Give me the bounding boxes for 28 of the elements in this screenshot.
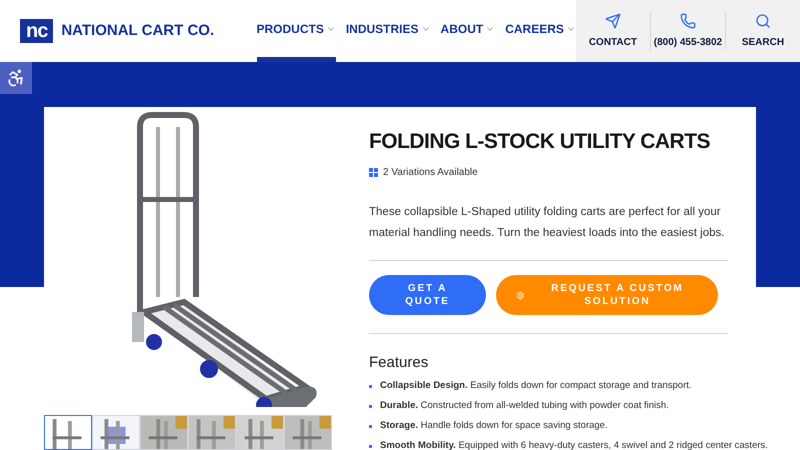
contact-link[interactable]: CONTACT (576, 0, 650, 62)
thumbnail[interactable] (44, 415, 92, 450)
bullet-icon (369, 444, 372, 448)
feature-text: Collapsible Design. Easily folds down for compact storage and transport. (380, 378, 692, 392)
bullet-icon (369, 384, 372, 388)
feature-text: Storage. Handle folds down for space saving storage. (380, 418, 608, 432)
quote-button[interactable]: GET A QUOTE (369, 275, 486, 315)
brand-name: NATIONAL CART CO. (61, 20, 214, 41)
send-icon (604, 12, 621, 28)
variations-text: 2 Variations Available (383, 166, 478, 180)
search-link[interactable]: SEARCH (724, 12, 800, 50)
bullet-icon (369, 424, 372, 428)
search-icon (754, 12, 771, 28)
feature-text: Smooth Mobility. Equipped with 6 heavy-duty casters, 4 swivel and 2 ridged center casters. (380, 438, 768, 450)
phone-link[interactable]: (800) 455-3802 (650, 12, 725, 50)
grid-icon (369, 168, 379, 177)
accessibility-button[interactable] (0, 62, 32, 94)
nav-link[interactable]: INDUSTRIES (346, 0, 431, 62)
nav-link[interactable]: ABOUT (440, 0, 496, 62)
product-description: These collapsible L-Shaped utility folding carts are perfect for all your material handling needs. Turn the heaviest loads into the easiest jobs. (369, 205, 726, 241)
bullet-icon (369, 404, 372, 408)
logo-mark[interactable]: nc (20, 19, 54, 43)
product-title: FOLDING L-STOCK UTILITY CARTS (369, 129, 710, 155)
features-heading: Features (369, 353, 430, 373)
nav-link[interactable]: CAREERS (505, 0, 576, 62)
gear-icon (516, 290, 525, 300)
phone-icon (680, 12, 696, 28)
feature-text: Durable. Constructed from all-welded tubing with powder coat finish. (380, 398, 669, 412)
